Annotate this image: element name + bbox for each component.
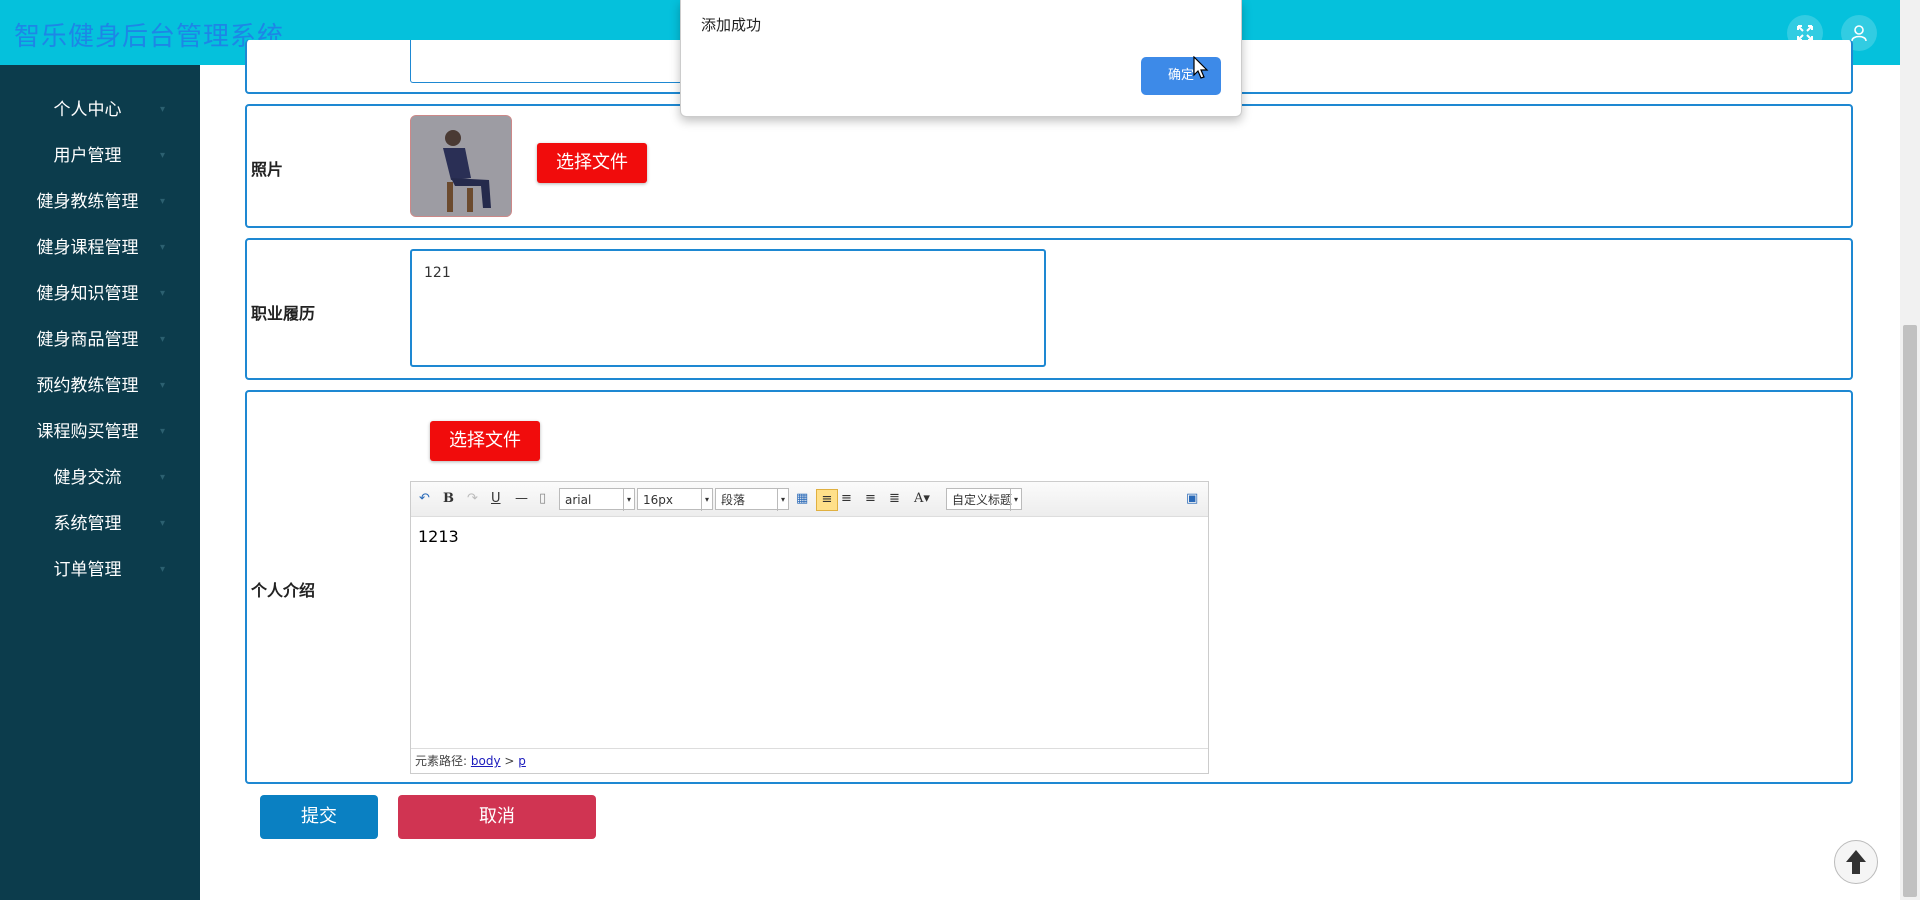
align-right-icon[interactable]: ≡ [841, 489, 852, 509]
intro-label: 个人介绍 [251, 581, 316, 600]
photo-label: 照片 [251, 160, 284, 179]
career-label: 职业履历 [251, 304, 316, 323]
sidebar-item-label: 健身商品管理 [36, 330, 139, 350]
paragraph-select[interactable]: 段落 ▾ [715, 488, 789, 511]
caret-icon: ▾ [159, 150, 165, 161]
scrollbar-thumb[interactable] [1903, 325, 1917, 897]
font-family-value: arial [565, 493, 592, 507]
person-photo-icon [411, 116, 511, 216]
submit-button[interactable]: 提交 [260, 795, 378, 839]
rich-text-editor: ↶ B ↷ U — ▯ arial ▾ 16px ▾ 段落 ▾ ▦ ≡ ≡ ≡ … [410, 481, 1209, 774]
photo-upload-button[interactable]: 选择文件 [537, 143, 647, 183]
align-justify-icon[interactable]: ≣ [889, 489, 900, 509]
app-title: 智乐健身后台管理系统 [14, 22, 285, 52]
alert-dialog: 添加成功 确定 [680, 0, 1242, 117]
back-to-top-icon[interactable] [1834, 840, 1878, 884]
sidebar-item-product-management[interactable]: 健身商品管理 ▾ [0, 325, 175, 355]
font-size-value: 16px [643, 493, 673, 507]
coach-photo [410, 115, 512, 217]
sidebar: 个人中心 ▾ 用户管理 ▾ 健身教练管理 ▾ 健身课程管理 ▾ 健身知识管理 ▾ 健身商品… [0, 65, 200, 900]
sidebar-item-label: 系统管理 [53, 514, 122, 534]
dropdown-arrow-icon: ▾ [777, 489, 788, 511]
sidebar-item-label: 健身课程管理 [36, 238, 139, 258]
font-family-select[interactable]: arial ▾ [559, 488, 635, 511]
path-separator: > [504, 754, 515, 768]
cancel-button[interactable]: 取消 [398, 795, 596, 839]
new-document-icon[interactable]: ▯ [539, 489, 546, 509]
sidebar-item-label: 健身知识管理 [36, 284, 139, 304]
sidebar-item-knowledge-management[interactable]: 健身知识管理 ▾ [0, 279, 175, 309]
career-textarea[interactable]: 121 [410, 249, 1046, 367]
dropdown-arrow-icon: ▾ [701, 489, 712, 511]
custom-title-value: 自定义标题 [952, 493, 1013, 507]
bold-icon[interactable]: B [443, 489, 454, 509]
custom-title-select[interactable]: 自定义标题 ▾ [946, 488, 1022, 511]
sidebar-item-label: 预约教练管理 [36, 376, 139, 396]
underline-icon[interactable]: U [491, 489, 501, 509]
caret-icon: ▾ [159, 104, 165, 115]
dialog-message: 添加成功 [701, 16, 762, 34]
sidebar-item-system-management[interactable]: 系统管理 ▾ [0, 509, 175, 539]
font-color-icon[interactable]: A▾ [914, 489, 930, 509]
caret-icon: ▾ [159, 518, 165, 529]
sidebar-item-fitness-exchange[interactable]: 健身交流 ▾ [0, 463, 175, 493]
intro-upload-button[interactable]: 选择文件 [430, 421, 540, 461]
undo-icon[interactable]: ↶ [419, 489, 430, 509]
editor-content[interactable]: 1213 [411, 517, 1208, 556]
sidebar-item-label: 健身交流 [53, 468, 122, 488]
sidebar-item-coach-management[interactable]: 健身教练管理 ▾ [0, 187, 175, 217]
career-text: 121 [424, 265, 451, 281]
path-p-link[interactable]: p [518, 754, 526, 768]
caret-icon: ▾ [159, 426, 165, 437]
caret-icon: ▾ [159, 380, 165, 391]
dropdown-arrow-icon: ▾ [1010, 489, 1021, 511]
editor-toolbar: ↶ B ↷ U — ▯ arial ▾ 16px ▾ 段落 ▾ ▦ ≡ ≡ ≡ … [411, 482, 1208, 517]
paragraph-value: 段落 [721, 493, 746, 507]
caret-icon: ▾ [159, 472, 165, 483]
dropdown-arrow-icon: ▾ [623, 489, 634, 511]
sidebar-item-label: 个人中心 [53, 100, 122, 120]
sidebar-item-user-management[interactable]: 用户管理 ▾ [0, 141, 175, 171]
horizontal-rule-icon[interactable]: — [515, 489, 528, 509]
sidebar-item-booking-management[interactable]: 预约教练管理 ▾ [0, 371, 175, 401]
element-path: 元素路径: body > p [411, 748, 1208, 773]
align-left-icon[interactable]: ≡ [816, 489, 838, 511]
sidebar-item-course-management[interactable]: 健身课程管理 ▾ [0, 233, 175, 263]
sidebar-item-label: 订单管理 [53, 560, 122, 580]
align-center-icon[interactable]: ≡ [865, 489, 876, 509]
dialog-ok-button[interactable]: 确定 [1141, 57, 1221, 95]
user-avatar-icon [1851, 25, 1867, 42]
font-size-select[interactable]: 16px ▾ [637, 488, 713, 511]
caret-icon: ▾ [159, 196, 165, 207]
preview-icon[interactable]: ▣ [1186, 489, 1198, 509]
caret-icon: ▾ [159, 564, 165, 575]
sidebar-item-order-management[interactable]: 订单管理 ▾ [0, 555, 175, 585]
caret-icon: ▾ [159, 242, 165, 253]
sidebar-item-purchase-management[interactable]: 课程购买管理 ▾ [0, 417, 175, 447]
sidebar-item-label: 健身教练管理 [36, 192, 139, 212]
partial-input[interactable] [410, 40, 702, 83]
table-icon[interactable]: ▦ [796, 489, 808, 509]
redo-icon[interactable]: ↷ [467, 489, 478, 509]
caret-icon: ▾ [159, 334, 165, 345]
sidebar-item-label: 用户管理 [53, 146, 122, 166]
path-body-link[interactable]: body [471, 754, 501, 768]
sidebar-item-personal-center[interactable]: 个人中心 ▾ [0, 95, 175, 125]
arrow-up-icon [1846, 850, 1866, 874]
caret-icon: ▾ [159, 288, 165, 299]
element-path-label: 元素路径: [415, 754, 468, 768]
sidebar-item-label: 课程购买管理 [36, 422, 139, 442]
